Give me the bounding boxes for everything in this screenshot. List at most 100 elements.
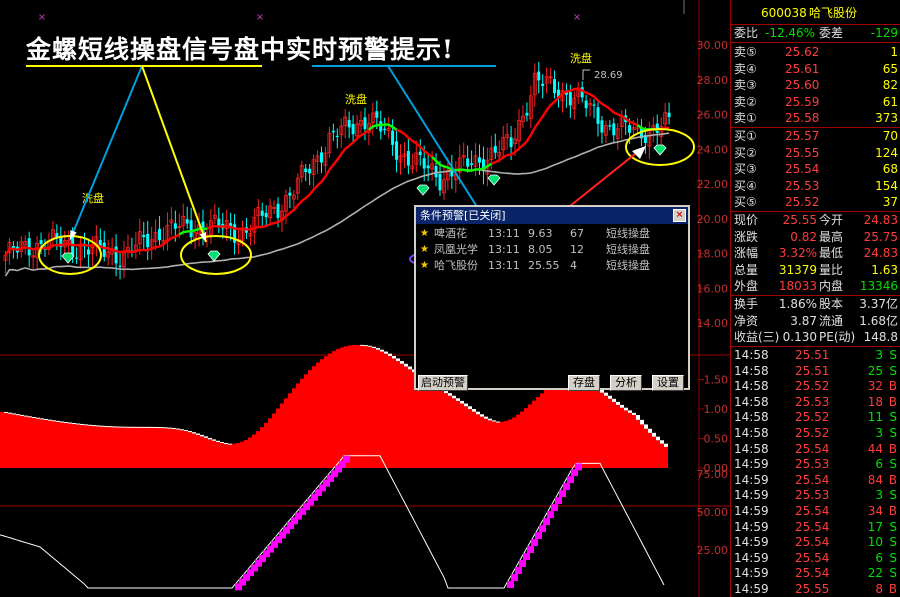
indicator1-drop bbox=[104, 425, 108, 427]
kline-chart-area[interactable]: 30.00 28.00 26.00 24.00 22.00 20.00 18.00 16.00… bbox=[0, 0, 730, 597]
candle-body bbox=[335, 135, 339, 138]
weibi-value: -12.46% bbox=[765, 26, 816, 40]
close-icon[interactable]: × bbox=[673, 209, 686, 222]
sell-price: 25.58 bbox=[785, 111, 820, 125]
condition-alert-dialog[interactable]: 条件预警[已关闭] × ★ 啤酒花 13:11 9.63 67 短线操盘 ★ 凤凰光学 13:1… bbox=[414, 205, 690, 391]
indicator1-bar bbox=[640, 424, 644, 468]
candle-body bbox=[628, 125, 632, 133]
indicator1-bar bbox=[472, 411, 476, 468]
indicator1-drop bbox=[608, 395, 612, 399]
tick-side: S bbox=[889, 426, 897, 440]
settings-button[interactable]: 设置 bbox=[652, 375, 684, 391]
stat-label: 换手 bbox=[734, 297, 759, 311]
indicator1-bar bbox=[308, 370, 312, 468]
candle-body bbox=[118, 265, 122, 267]
stat-value: 3.37亿 bbox=[859, 297, 898, 311]
candle-body bbox=[379, 121, 383, 132]
alert-stock-name: 凤凰光学 bbox=[434, 243, 478, 256]
alert-price: 8.05 bbox=[528, 243, 553, 256]
candle-body bbox=[158, 228, 162, 241]
star-icon: ★ bbox=[420, 244, 429, 255]
tick-time: 14:59 bbox=[734, 566, 769, 581]
indicator1-bar bbox=[456, 400, 460, 468]
indicator1-drop bbox=[96, 425, 100, 427]
indicator1-bar bbox=[80, 424, 84, 468]
alert-row[interactable]: ★ 啤酒花 13:11 9.63 67 短线操盘 bbox=[420, 226, 688, 241]
tick-price: 25.54 bbox=[795, 472, 830, 487]
indicator1-bar bbox=[232, 443, 236, 468]
indicator1-drop bbox=[52, 420, 56, 422]
indicator1-bar bbox=[440, 390, 444, 468]
indicator1-axis-label: 1.50 bbox=[704, 374, 729, 387]
tick-side: B bbox=[888, 441, 897, 456]
indicator1-drop bbox=[64, 422, 68, 424]
stat-row: 涨幅 3.32% 最低 24.83 bbox=[731, 245, 900, 261]
candle-body bbox=[600, 120, 604, 133]
candle-body bbox=[189, 220, 193, 238]
marker-icon: × bbox=[573, 12, 581, 23]
indicator1-bar bbox=[296, 383, 300, 468]
indicator1-bar bbox=[596, 389, 600, 468]
indicator1-drop bbox=[628, 410, 632, 413]
sell-level-label: 卖② bbox=[734, 94, 757, 109]
buy-level-row: 买③ 25.54 68 bbox=[731, 161, 900, 177]
candle-body bbox=[406, 150, 410, 166]
alert-title-bar[interactable]: 条件预警[已关闭] × bbox=[416, 207, 688, 224]
indicator1-drop bbox=[640, 419, 644, 425]
alert-row[interactable]: ★ 哈飞股份 13:11 25.55 4 短线操盘 bbox=[420, 258, 688, 273]
indicator1-bar bbox=[536, 396, 540, 468]
buy-level-row: 买② 25.55 124 bbox=[731, 145, 900, 161]
indicator1-bar bbox=[276, 408, 280, 468]
quote-panel: 600038 哈飞股份 委比 -12.46% 委差 -129 卖⑤ 25.62 1 卖④ 25.61… bbox=[730, 0, 900, 597]
indicator1-bar bbox=[492, 421, 496, 468]
indicator1-bar bbox=[488, 420, 492, 468]
buy-volume: 154 bbox=[875, 178, 898, 193]
tick-time: 14:59 bbox=[734, 504, 769, 518]
candle-body bbox=[288, 192, 292, 196]
sell-level-row: 卖③ 25.60 82 bbox=[731, 77, 900, 93]
indicator1-drop bbox=[128, 426, 132, 428]
tick-side: S bbox=[889, 550, 897, 565]
stat-row: 换手 1.86% 股本 3.37亿 bbox=[731, 296, 900, 312]
indicator1-bar bbox=[188, 432, 192, 468]
indicator1-bar bbox=[572, 379, 576, 468]
stock-name: 哈飞股份 bbox=[809, 6, 858, 20]
star-icon: ★ bbox=[420, 260, 429, 271]
tick-volume: 6 bbox=[875, 457, 883, 472]
indicator1-bar bbox=[220, 443, 224, 468]
alert-row[interactable]: ★ 凤凰光学 13:11 8.05 12 短线操盘 bbox=[420, 242, 688, 257]
indicator1-bar bbox=[56, 421, 60, 468]
indicator1-drop bbox=[380, 349, 384, 352]
indicator1-drop bbox=[220, 442, 224, 444]
candle-body bbox=[75, 257, 79, 259]
start-alert-button[interactable]: 启动预警 bbox=[418, 375, 468, 391]
candle-body bbox=[146, 233, 150, 248]
sell-level-label: 卖④ bbox=[734, 61, 757, 76]
indicator1-bar bbox=[632, 414, 636, 468]
indicator1-bar bbox=[52, 420, 56, 468]
pointer-line bbox=[141, 65, 207, 243]
indicator1-drop bbox=[160, 427, 164, 429]
buy-volume: 70 bbox=[882, 129, 898, 143]
indicator1-bar bbox=[268, 418, 272, 468]
sell-price: 25.60 bbox=[785, 78, 820, 92]
stat-label: 现价 bbox=[734, 213, 759, 227]
indicator1-bar bbox=[364, 345, 368, 468]
tick-volume: 22 bbox=[867, 566, 883, 581]
candle-body bbox=[264, 212, 268, 218]
indicator2-step bbox=[527, 546, 534, 554]
candle-body bbox=[395, 141, 399, 160]
indicator1-bar bbox=[464, 406, 468, 468]
tick-time: 14:58 bbox=[734, 441, 769, 456]
alert-volume: 4 bbox=[570, 259, 577, 272]
tick-time: 14:59 bbox=[734, 488, 769, 503]
candle-body bbox=[102, 242, 106, 257]
buy-signal-icon bbox=[207, 250, 221, 262]
alert-time: 13:11 bbox=[488, 243, 520, 256]
save-button[interactable]: 存盘 bbox=[568, 375, 600, 391]
stock-code: 600038 bbox=[761, 6, 807, 20]
analyze-button[interactable]: 分析 bbox=[610, 375, 642, 391]
candle-body bbox=[142, 234, 146, 238]
indicator1-bar bbox=[192, 433, 196, 468]
indicator1-bar bbox=[288, 393, 292, 468]
